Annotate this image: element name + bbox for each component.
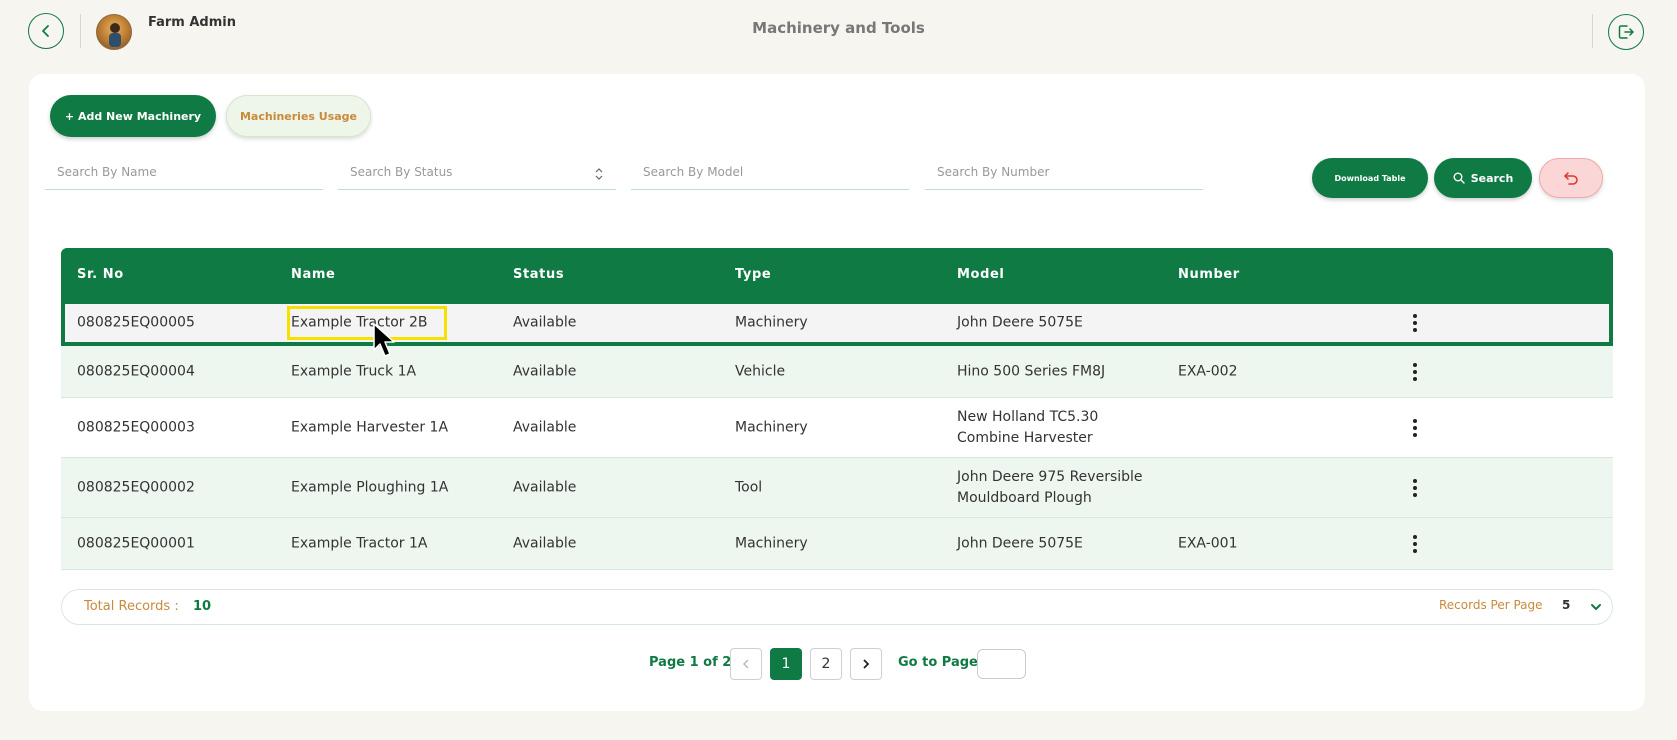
main-card: + Add New Machinery Machineries Usage Se… (29, 74, 1645, 711)
app-header: Farm Admin Machinery and Tools (0, 0, 1677, 62)
reset-button[interactable] (1539, 158, 1603, 198)
usage-label: Machineries Usage (239, 109, 358, 123)
table-row[interactable]: 080825EQ00002 Example Ploughing 1A Avail… (61, 458, 1613, 518)
page-title: Machinery and Tools (752, 19, 925, 37)
go-to-page-input[interactable] (977, 649, 1026, 679)
records-per-page-select[interactable]: 5 (1562, 598, 1570, 612)
header-sr-no[interactable]: Sr. No (77, 267, 124, 282)
cell-name[interactable]: Example Tractor 1A (291, 533, 427, 554)
page-indicator: Page 1 of 2 (649, 655, 732, 670)
total-records-value: 10 (193, 599, 212, 614)
cell-model: John Deere 5075E (957, 314, 1083, 331)
prev-page-button[interactable] (730, 648, 762, 680)
chevron-right-icon (863, 659, 870, 669)
cell-type: Tool (735, 479, 763, 495)
header-number[interactable]: Number (1178, 267, 1240, 282)
name-placeholder: Search By Name (57, 165, 157, 179)
total-records-label: Total Records : (84, 599, 179, 614)
highlight-box (287, 306, 447, 340)
table-row[interactable]: 080825EQ00004 Example Truck 1A Available… (61, 346, 1613, 398)
cell-number: EXA-001 (1178, 535, 1238, 551)
status-placeholder: Search By Status (350, 165, 453, 179)
cell-type: Machinery (735, 314, 808, 331)
chevron-down-icon[interactable] (1590, 602, 1602, 612)
cell-sr-no: 080825EQ00003 (77, 419, 195, 435)
add-new-machinery-button[interactable]: + Add New Machinery (50, 95, 216, 137)
logout-icon (1618, 25, 1634, 39)
search-by-number-input[interactable]: Search By Number (925, 158, 1203, 190)
next-page-button[interactable] (850, 648, 882, 680)
machinery-table: Sr. No Name Status Type Model Number 080… (61, 248, 1613, 570)
cell-type: Vehicle (735, 363, 786, 379)
cell-model: New Holland TC5.30 Combine Harvester (957, 408, 1099, 446)
cell-number: EXA-002 (1178, 363, 1238, 379)
add-label: + Add New Machinery (64, 109, 202, 123)
cell-status: Available (513, 535, 577, 551)
more-options-icon[interactable] (1407, 418, 1423, 438)
machineries-usage-button[interactable]: Machineries Usage (226, 95, 371, 137)
cell-model: John Deere 975 Reversible Mouldboard Plo… (957, 468, 1143, 506)
logout-button[interactable] (1608, 14, 1644, 50)
cell-status: Available (513, 479, 577, 495)
totals-bar: Total Records : 10 Records Per Page 5 (61, 589, 1613, 625)
cell-name[interactable]: Example Harvester 1A (291, 417, 448, 438)
table-row[interactable]: 080825EQ00003 Example Harvester 1A Avail… (61, 398, 1613, 458)
more-options-icon[interactable] (1407, 362, 1423, 382)
header-name[interactable]: Name (291, 267, 335, 282)
page-button-1[interactable]: 1 (770, 648, 802, 680)
header-divider (1592, 14, 1593, 48)
undo-icon (1564, 172, 1578, 185)
header-model[interactable]: Model (957, 267, 1004, 282)
header-type[interactable]: Type (735, 267, 771, 282)
search-label: Search (1470, 171, 1514, 185)
cell-type: Machinery (735, 419, 808, 435)
cell-type: Machinery (735, 535, 808, 551)
cell-sr-no: 080825EQ00001 (77, 535, 195, 551)
download-table-button[interactable]: Download Table (1312, 158, 1428, 198)
cell-name[interactable]: Example Truck 1A (291, 361, 416, 382)
go-to-page-label: Go to Page (898, 655, 978, 670)
cell-model: John Deere 5075E (957, 535, 1083, 551)
more-options-icon[interactable] (1407, 478, 1423, 498)
table-header: Sr. No Name Status Type Model Number (61, 248, 1613, 300)
header-status[interactable]: Status (513, 267, 564, 282)
cell-sr-no: 080825EQ00004 (77, 363, 195, 379)
chevron-left-icon (742, 659, 749, 669)
cell-name[interactable]: Example Ploughing 1A (291, 477, 448, 498)
cell-status: Available (513, 363, 577, 379)
more-options-icon[interactable] (1407, 534, 1423, 554)
number-placeholder: Search By Number (937, 165, 1050, 179)
cell-model: Hino 500 Series FM8J (957, 363, 1106, 379)
table-row[interactable]: 080825EQ00005 Example Tractor 2B Availab… (61, 300, 1613, 346)
records-per-page-label: Records Per Page (1439, 598, 1543, 612)
search-button[interactable]: Search (1434, 158, 1532, 198)
cell-sr-no: 080825EQ00002 (77, 479, 195, 495)
mouse-cursor-icon (373, 323, 395, 357)
cell-status: Available (513, 314, 577, 331)
search-icon (1453, 172, 1465, 184)
cell-status: Available (513, 419, 577, 435)
search-by-model-input[interactable]: Search By Model (631, 158, 909, 190)
download-label: Download Table (1334, 173, 1406, 183)
more-options-icon[interactable] (1407, 313, 1423, 333)
sort-arrows-icon (595, 168, 603, 180)
table-row[interactable]: 080825EQ00001 Example Tractor 1A Availab… (61, 518, 1613, 570)
search-by-name-input[interactable]: Search By Name (45, 158, 323, 190)
cell-sr-no: 080825EQ00005 (77, 314, 195, 331)
page-button-2[interactable]: 2 (810, 648, 842, 680)
model-placeholder: Search By Model (643, 165, 744, 179)
search-by-status-select[interactable]: Search By Status (338, 158, 616, 190)
